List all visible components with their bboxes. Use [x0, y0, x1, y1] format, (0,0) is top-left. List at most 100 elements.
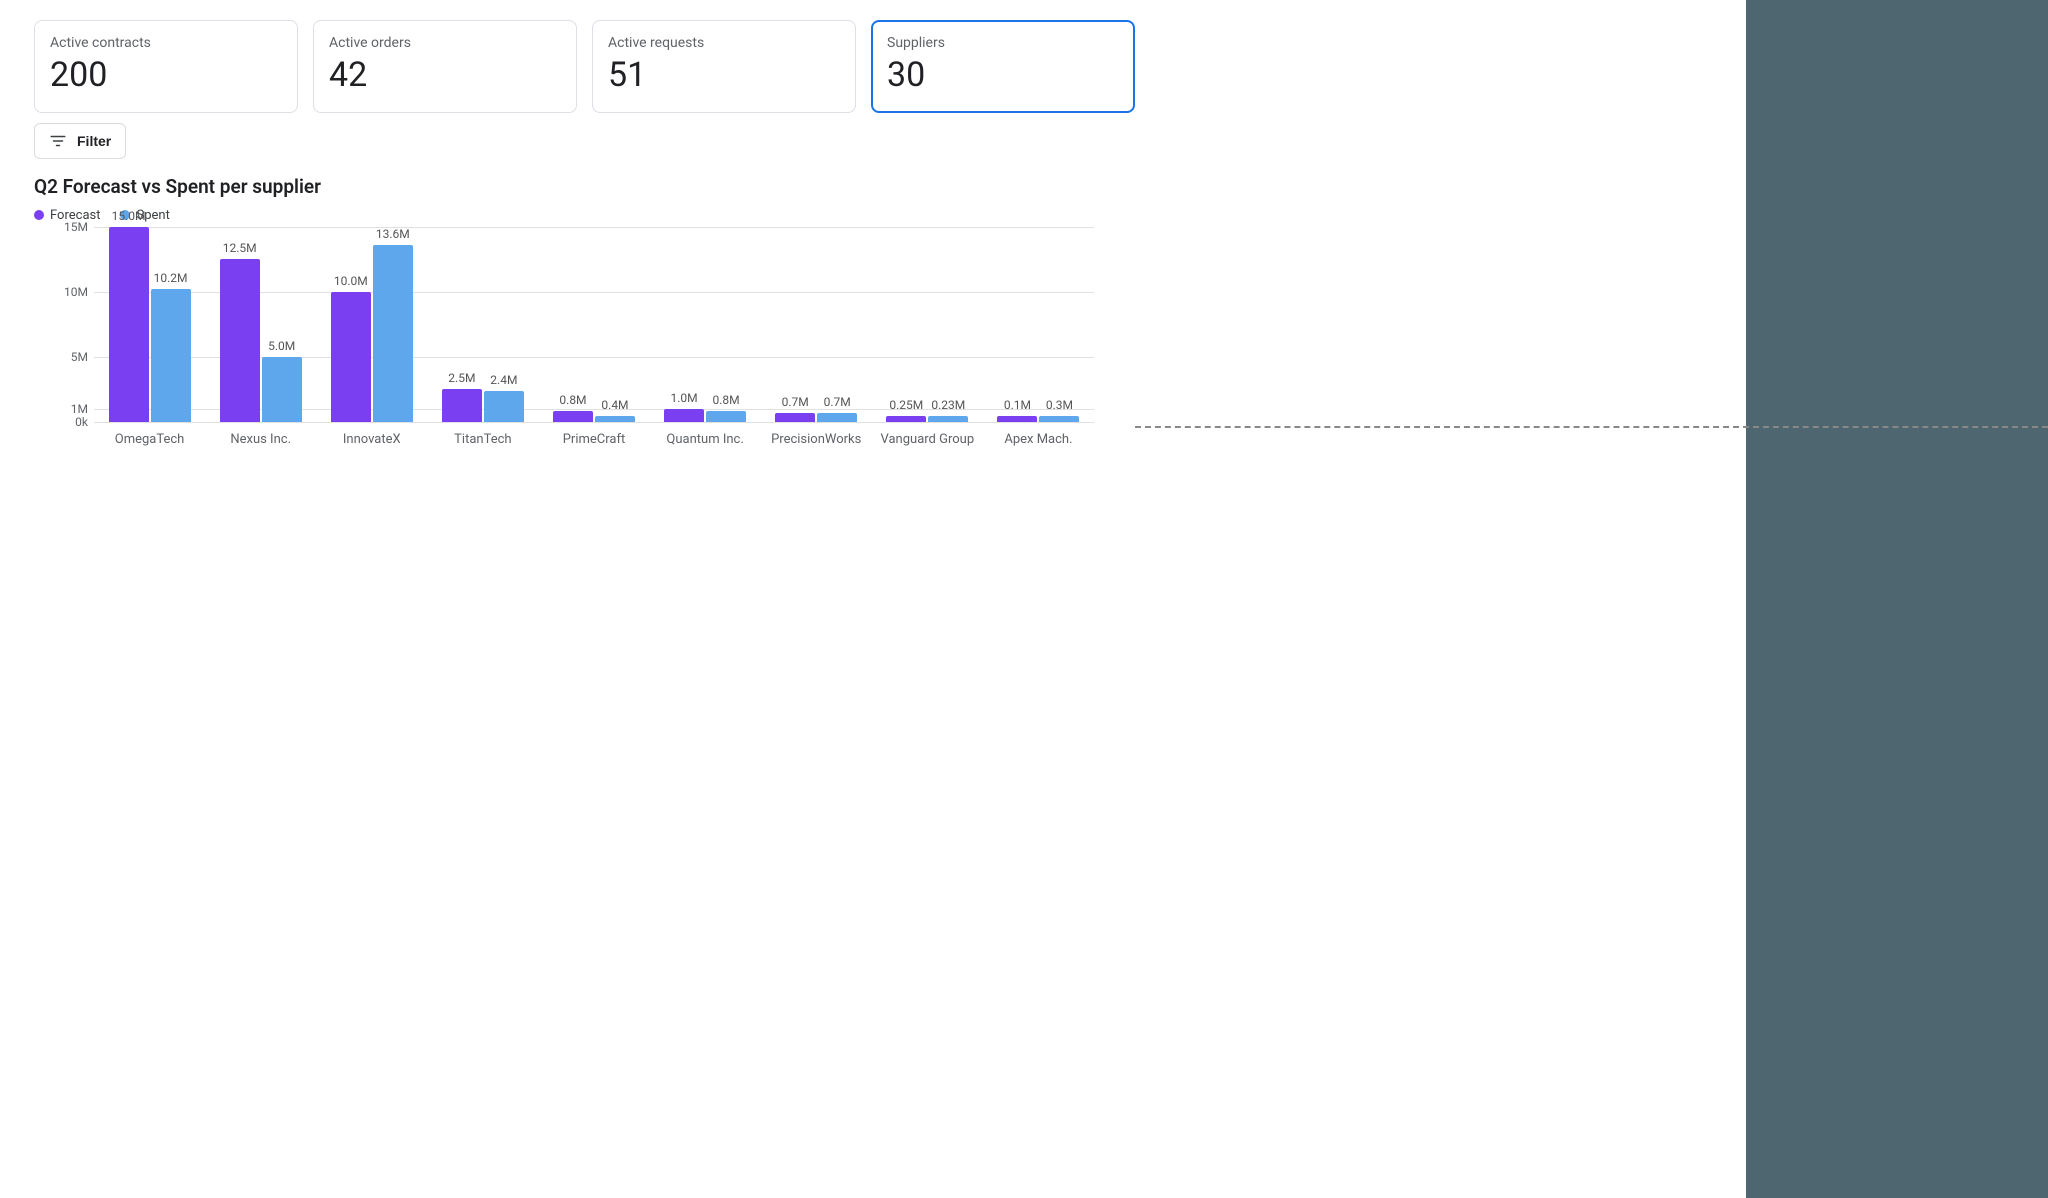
bar-value-label: 10.2M [154, 271, 188, 285]
bar-container: 0.3M [1039, 398, 1079, 422]
bar-value-label: 2.4M [490, 373, 517, 387]
y-tick-label: 15M [64, 220, 88, 234]
bar-value-label: 0.3M [1046, 398, 1073, 412]
x-tick-label: TitanTech [427, 432, 538, 447]
filter-icon [49, 132, 67, 150]
bar-chart: 15M10M5M1M0k 15.0M10.2M12.5M5.0M10.0M13.… [34, 227, 1094, 462]
bar-forecast[interactable] [442, 389, 482, 422]
bar-spent[interactable] [1039, 416, 1079, 422]
bar-forecast[interactable] [997, 416, 1037, 422]
bar-spent[interactable] [484, 391, 524, 422]
y-tick-label: 1M [71, 402, 88, 416]
right-side-panel [1746, 0, 2048, 1198]
bar-value-label: 13.6M [376, 227, 410, 241]
bar-group: 0.1M 0.3M [983, 227, 1094, 422]
bar-container: 0.8M [553, 393, 593, 421]
bar-container: 0.4M [595, 398, 635, 422]
kpi-value: 30 [887, 55, 1119, 96]
kpi-value: 200 [50, 55, 282, 96]
bar-spent[interactable] [817, 413, 857, 422]
x-tick-label: OmegaTech [94, 432, 205, 447]
kpi-card-active-orders[interactable]: Active orders 42 [313, 20, 577, 113]
bar-container: 0.7M [775, 395, 815, 422]
bar-group: 15.0M10.2M [94, 227, 205, 422]
bar-spent[interactable] [928, 416, 968, 422]
bar-forecast[interactable] [664, 409, 704, 422]
bar-forecast[interactable] [553, 411, 593, 421]
x-tick-label: Quantum Inc. [650, 432, 761, 447]
kpi-label: Active requests [608, 35, 840, 51]
x-tick-label: Vanguard Group [872, 432, 983, 447]
kpi-label: Active contracts [50, 35, 282, 51]
kpi-card-suppliers[interactable]: Suppliers 30 [871, 20, 1135, 113]
bar-value-label: 0.8M [713, 393, 740, 407]
chart-title: Q2 Forecast vs Spent per supplier [34, 175, 1135, 198]
bar-value-label: 0.8M [559, 393, 586, 407]
x-tick-label: PrecisionWorks [761, 432, 872, 447]
filter-button[interactable]: Filter [34, 123, 126, 159]
bar-group: 2.5M 2.4M [427, 227, 538, 422]
bar-value-label: 0.23M [931, 398, 965, 412]
bar-value-label: 5.0M [268, 339, 295, 353]
chart-legend: Forecast Spent [34, 208, 1135, 223]
legend-dot-forecast [34, 210, 44, 220]
x-axis: OmegaTechNexus Inc.InnovateXTitanTechPri… [94, 432, 1094, 447]
x-tick-label: Apex Mach. [983, 432, 1094, 447]
y-tick-label: 0k [75, 415, 88, 429]
plot-area: 15.0M10.2M 12.5M 5.0M 10.0M 13.6M 2.5M 2.4M 0.8… [94, 227, 1094, 422]
bar-forecast[interactable] [886, 416, 926, 422]
bar-container: 15.0M [109, 209, 149, 422]
bar-container: 10.2M [151, 271, 191, 422]
bar-container: 2.5M [442, 371, 482, 422]
kpi-value: 51 [608, 55, 840, 96]
bar-group: 1.0M 0.8M [650, 227, 761, 422]
bar-forecast[interactable] [220, 259, 260, 422]
bar-group: 12.5M 5.0M [205, 227, 316, 422]
bar-value-label: 0.7M [824, 395, 851, 409]
bar-value-label: 0.25M [889, 398, 923, 412]
x-tick-label: PrimeCraft [538, 432, 649, 447]
kpi-card-active-contracts[interactable]: Active contracts 200 [34, 20, 298, 113]
filter-label: Filter [77, 133, 111, 149]
bar-forecast[interactable] [775, 413, 815, 422]
bar-value-label: 0.7M [782, 395, 809, 409]
bar-container: 0.25M [886, 398, 926, 422]
y-tick-label: 10M [64, 285, 88, 299]
bar-container: 12.5M [220, 241, 260, 422]
bar-spent[interactable] [595, 416, 635, 422]
bar-group: 0.7M 0.7M [761, 227, 872, 422]
bar-spent[interactable] [151, 289, 191, 422]
bar-container: 0.23M [928, 398, 968, 422]
y-axis: 15M10M5M1M0k [34, 227, 94, 422]
bar-container: 0.7M [817, 395, 857, 422]
bar-value-label: 2.5M [448, 371, 475, 385]
bar-container: 10.0M [331, 274, 371, 422]
x-tick-label: Nexus Inc. [205, 432, 316, 447]
gridline [94, 422, 1094, 423]
bar-container: 0.8M [706, 393, 746, 421]
bar-container: 2.4M [484, 373, 524, 422]
bar-value-label: 12.5M [223, 241, 257, 255]
bar-forecast[interactable] [331, 292, 371, 422]
kpi-label: Active orders [329, 35, 561, 51]
bar-container: 13.6M [373, 227, 413, 422]
bar-spent[interactable] [706, 411, 746, 421]
bar-container: 1.0M [664, 391, 704, 422]
bar-group: 10.0M 13.6M [316, 227, 427, 422]
bar-value-label: 0.1M [1004, 398, 1031, 412]
bar-value-label: 1.0M [671, 391, 698, 405]
bar-spent[interactable] [373, 245, 413, 422]
bar-container: 0.1M [997, 398, 1037, 422]
bar-group: 0.8M 0.4M [538, 227, 649, 422]
kpi-value: 42 [329, 55, 561, 96]
bar-forecast[interactable] [109, 227, 149, 422]
bar-spent[interactable] [262, 357, 302, 422]
y-tick-label: 5M [71, 350, 88, 364]
x-tick-label: InnovateX [316, 432, 427, 447]
kpi-label: Suppliers [887, 35, 1119, 51]
bar-value-label: 15.0M [112, 209, 146, 223]
kpi-card-active-requests[interactable]: Active requests 51 [592, 20, 856, 113]
kpi-row: Active contracts 200 Active orders 42 Ac… [34, 20, 1135, 113]
bar-group: 0.25M 0.23M [872, 227, 983, 422]
bar-value-label: 10.0M [334, 274, 368, 288]
